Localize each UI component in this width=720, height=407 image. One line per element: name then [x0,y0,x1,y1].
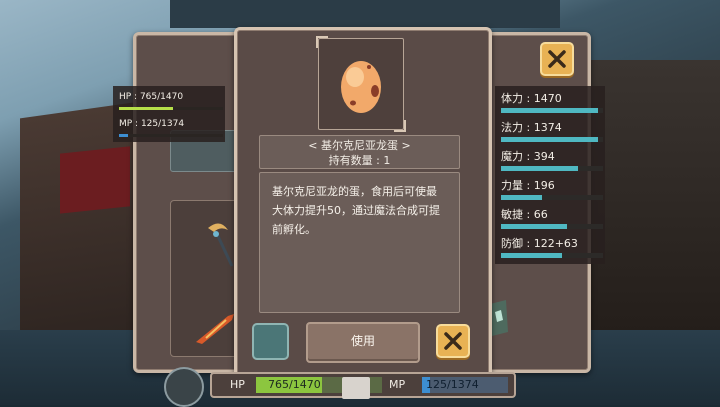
cancel-button[interactable] [436,324,470,358]
mp-text: MP : 125/1374 [119,119,185,129]
use-button[interactable]: 使用 [306,322,420,363]
item-slot[interactable] [252,323,289,360]
stat-bar [501,137,603,142]
stat-bar [501,253,603,258]
book-icon[interactable] [342,377,370,399]
stat-label: 魔力 : 394 [501,150,555,163]
item-image-frame [316,36,406,132]
stat-bar-fill [501,224,568,229]
stat-bar-fill [501,108,598,113]
stat-bar [501,195,603,200]
item-name: < 基尔克尼亚龙蛋 > [308,139,411,152]
hp-bar-fill [119,107,174,110]
hud-hp-label: HP [230,378,245,391]
dragon-egg-icon [341,61,381,113]
close-icon [444,332,462,350]
sword-icon [196,314,234,344]
stat-label: 敏捷 : 66 [501,208,548,221]
close-panel-button[interactable] [540,42,574,76]
stat-bar-fill [501,166,578,171]
close-icon [548,50,566,68]
stat-bar-fill [501,195,542,200]
red-carpet [60,146,130,214]
item-name-box: < 基尔克尼亚龙蛋 > 持有数量 : 1 [259,135,460,169]
stat-label: 法力 : 1374 [501,121,562,134]
stat-label: 防御 : 122+63 [501,237,578,250]
stat-label: 体力 : 1470 [501,92,562,105]
roof [170,0,560,28]
hp-bar [119,107,223,110]
stat-bar-fill [501,137,598,142]
stat-bar [501,166,603,171]
staff-icon [208,223,234,267]
mp-bar [119,134,223,137]
stat-bar-fill [501,253,563,258]
hud-hp-value: 765/1470 [268,378,321,391]
hud-mp-label: MP [389,378,406,391]
item-description: 基尔克尼亚龙的蛋，食用后可使最大体力提升50，通过魔法合成可提前孵化。 [259,172,460,313]
mp-bar-fill [119,134,129,137]
hp-text: HP : 765/1470 [119,92,184,102]
settings-gear-icon[interactable] [164,367,204,407]
stat-bar [501,108,603,113]
item-count: 持有数量 : 1 [328,154,391,167]
hp-mp-block: HP : 765/1470 MP : 125/1374 [113,86,225,142]
stat-bar [501,224,603,229]
hud-mp-value: 125/1374 [426,378,479,391]
stat-label: 力量 : 196 [501,179,555,192]
character-stats: 体力 : 1470 法力 : 1374 魔力 : 394 力量 : 196 敏捷 : 6… [495,86,605,264]
